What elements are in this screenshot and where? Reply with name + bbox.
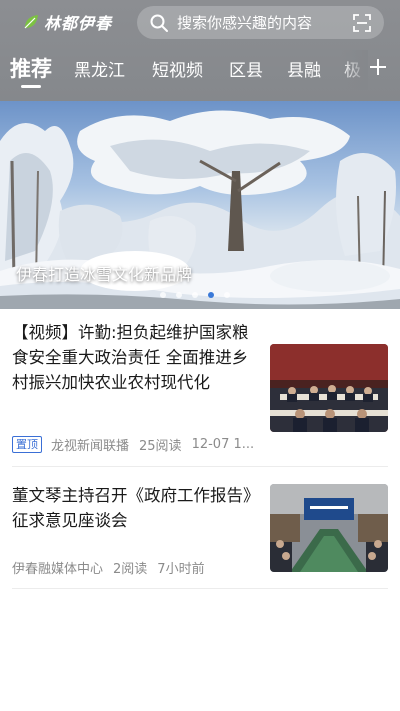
search-placeholder: 搜索你感兴趣的内容: [177, 14, 313, 32]
news-title[interactable]: 【视频】许勤:担负起维护国家粮食安全重大政治责任 全面推进乡村振兴加快农业农村现…: [12, 320, 262, 395]
banner-carousel[interactable]: 伊春打造冰雪文化新品牌: [0, 101, 400, 309]
tab-short-video[interactable]: 短视频: [152, 56, 203, 81]
news-title[interactable]: 董文琴主持召开《政府工作报告》征求意见座谈会: [12, 483, 262, 533]
carousel-dots: [160, 292, 230, 300]
news-thumbnail[interactable]: [270, 344, 388, 432]
news-time: 12-07 1...: [191, 437, 255, 452]
news-meta: 伊春融媒体中心 2阅读 7小时前: [12, 558, 205, 577]
meeting-photo: [270, 484, 388, 572]
app-logo[interactable]: 林都伊春: [22, 10, 112, 34]
news-reads: 25阅读: [139, 439, 182, 454]
banner-caption[interactable]: 伊春打造冰雪文化新品牌: [16, 261, 192, 285]
list-divider: [12, 466, 388, 467]
news-item[interactable]: 【视频】许勤:担负起维护国家粮食安全重大政治责任 全面推进乡村振兴加快农业农村现…: [0, 318, 400, 466]
news-meta: 置顶 龙视新闻联播 25阅读 12-07 1...: [12, 435, 254, 454]
tab-county-media[interactable]: 县融: [287, 56, 321, 81]
top-header: 林都伊春 搜索你感兴趣的内容 推荐 黑龙江 短视频 区县 县融 极: [0, 0, 400, 101]
carousel-dot[interactable]: [192, 292, 198, 298]
carousel-dot-active[interactable]: [208, 292, 214, 298]
scan-icon[interactable]: [352, 13, 372, 33]
news-thumbnail[interactable]: [270, 484, 388, 572]
tabs-fade: [340, 50, 368, 90]
app-name: 林都伊春: [44, 14, 113, 33]
search-icon: [150, 14, 168, 32]
add-channel-icon[interactable]: [369, 58, 387, 76]
list-divider: [12, 588, 388, 589]
active-tab-indicator: [21, 85, 41, 88]
search-bar[interactable]: 搜索你感兴趣的内容: [137, 6, 384, 39]
carousel-dot[interactable]: [224, 292, 230, 298]
channel-tabs: 推荐 黑龙江 短视频 区县 县融 极: [0, 50, 400, 90]
news-item[interactable]: 董文琴主持召开《政府工作报告》征求意见座谈会 伊春融媒体中心 2阅读 7小时前: [0, 474, 400, 584]
news-reads: 2阅读: [113, 562, 148, 577]
news-source: 伊春融媒体中心: [12, 562, 104, 577]
tab-recommend[interactable]: 推荐: [10, 53, 52, 83]
carousel-dot[interactable]: [176, 292, 182, 298]
news-source: 龙视新闻联播: [51, 439, 130, 454]
news-time: 7小时前: [157, 562, 205, 577]
tab-districts[interactable]: 区县: [229, 56, 263, 81]
tab-heilongjiang[interactable]: 黑龙江: [74, 56, 125, 81]
carousel-dot[interactable]: [160, 292, 166, 298]
meeting-photo: [270, 344, 388, 432]
leaf-logo-icon: [24, 15, 38, 29]
pinned-badge: 置顶: [12, 436, 42, 453]
